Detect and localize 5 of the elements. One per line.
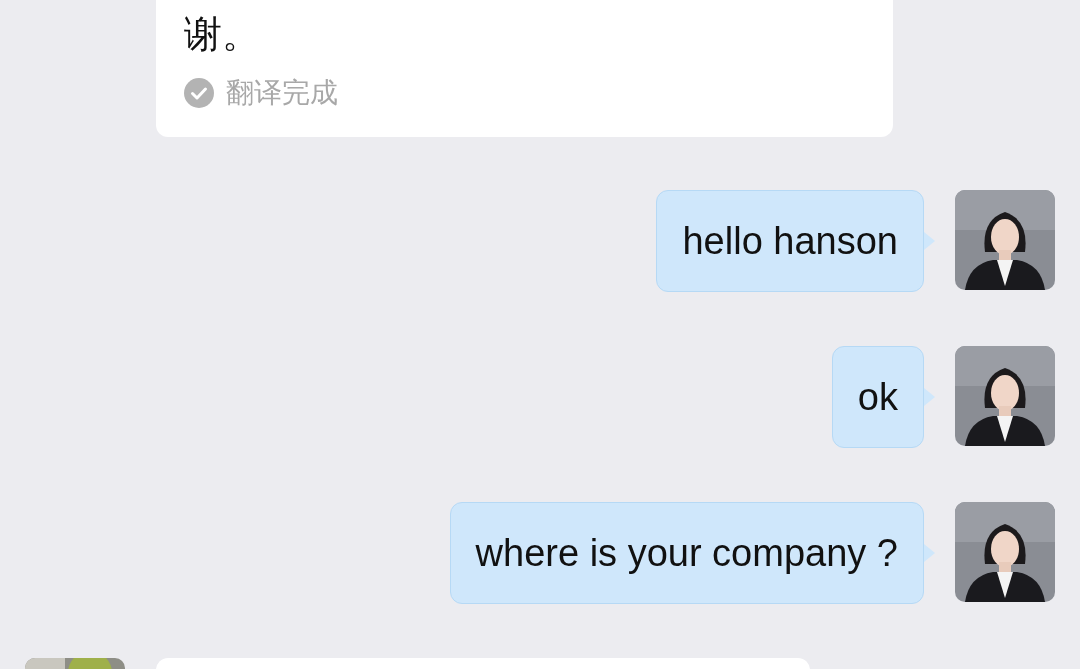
translation-status: 翻译完成 [226, 76, 338, 110]
message-bubble: hello hanson [656, 190, 935, 292]
message-text: 谢。 [184, 12, 261, 57]
message-bubble: ok [831, 346, 935, 448]
message-bubble: where is your company ? [449, 502, 935, 604]
